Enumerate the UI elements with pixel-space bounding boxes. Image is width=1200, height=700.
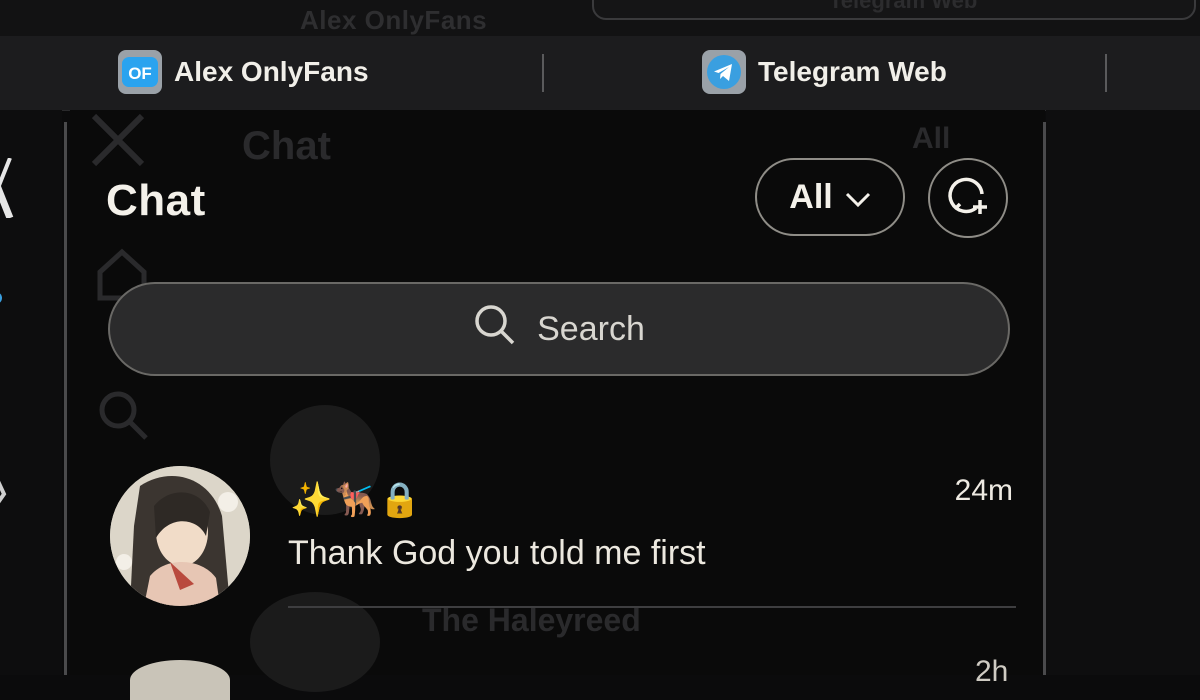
reflected-filter: All <box>912 122 951 155</box>
tab-separator <box>1105 54 1107 92</box>
tab-alex-onlyfans[interactable]: OF Alex OnlyFans <box>118 50 369 94</box>
x-logo-icon[interactable] <box>0 157 16 223</box>
left-divider <box>64 122 67 675</box>
new-chat-button[interactable] <box>928 158 1008 238</box>
chevron-down-icon <box>845 178 871 217</box>
compose-icon[interactable] <box>0 464 10 519</box>
reflected-tab-title: Telegram Web <box>829 0 978 13</box>
conversation-row[interactable]: ✨🐕‍🦺🔒 24m Thank God you told me first <box>108 462 1013 612</box>
tab-label: Telegram Web <box>758 56 947 87</box>
telegram-icon <box>702 50 746 94</box>
search-placeholder: Search <box>537 309 645 348</box>
new-chat-icon <box>946 174 990 223</box>
reflected-x-icon <box>90 112 146 173</box>
onlyfans-icon: OF <box>118 50 162 94</box>
tab-telegram-web[interactable]: Telegram Web <box>702 50 947 94</box>
conversation-pane <box>1046 110 1200 675</box>
filter-dropdown[interactable]: All <box>755 158 905 236</box>
onlyfans-badge-text: OF <box>128 64 152 83</box>
browser-tab-bar: OF Alex OnlyFans Telegram Web <box>0 36 1200 111</box>
conversation-timestamp: 24m <box>954 474 1013 507</box>
conversation-preview: Thank God you told me first <box>288 534 706 572</box>
search-input[interactable]: Search <box>108 282 1010 376</box>
reflected-search-icon <box>96 388 152 449</box>
conversation-name: ✨🐕‍🦺🔒 <box>290 481 424 519</box>
search-icon <box>473 303 517 356</box>
address-bar[interactable]: Telegram Web <box>592 0 1196 20</box>
avatar[interactable] <box>130 660 230 700</box>
reflected-title: Chat <box>242 124 331 168</box>
left-nav-rail <box>0 110 62 675</box>
more-icon[interactable] <box>0 600 8 645</box>
row-divider <box>288 606 1016 608</box>
page-title: Chat <box>106 176 206 225</box>
filter-label: All <box>789 177 833 216</box>
profile-icon[interactable] <box>0 290 10 365</box>
conversation-timestamp: 2h <box>975 655 1009 688</box>
window-top-strip: Alex OnlyFans Telegram Web <box>0 0 1200 36</box>
reflected-window-title: Alex OnlyFans <box>300 5 488 35</box>
avatar <box>110 466 250 606</box>
tab-label: Alex OnlyFans <box>174 56 369 87</box>
tab-separator <box>542 54 544 92</box>
